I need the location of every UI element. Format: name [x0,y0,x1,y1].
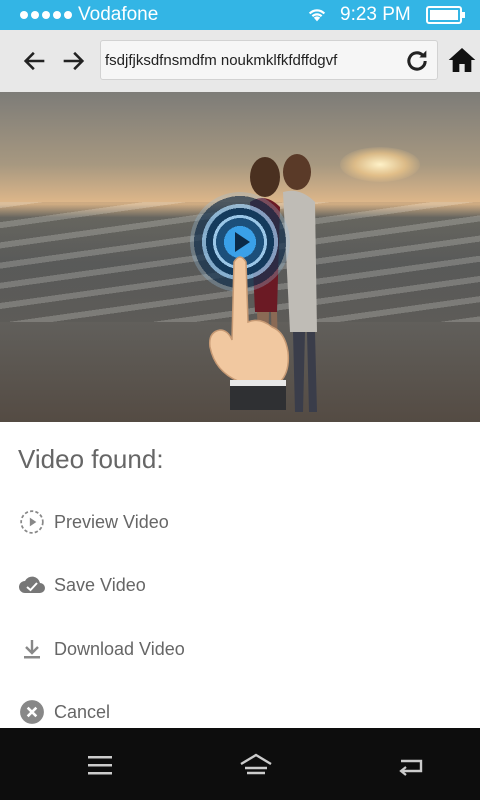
forward-button[interactable] [56,44,90,78]
back-button[interactable] [18,44,52,78]
preview-video-option[interactable]: Preview Video [0,497,480,547]
wifi-icon [308,9,326,22]
home-icon[interactable] [446,44,478,76]
video-found-sheet: Video found: Preview Video Save Video Do… [0,422,480,728]
back-icon [399,759,423,776]
home-outline-icon [240,753,272,775]
download-video-label: Download Video [54,638,185,659]
save-video-label: Save Video [54,574,146,595]
cloud-check-icon [18,571,46,599]
signal-strength-icon [20,11,72,19]
arrow-right-icon [63,51,85,71]
home-nav-button[interactable] [236,750,276,780]
battery-icon [426,6,465,24]
url-bar[interactable]: fsdjfjksdfnsmdfm noukmklfkfdffdgvf [100,40,438,80]
pointing-hand-icon [208,256,290,410]
carrier-name: Vodafone [78,4,159,25]
preview-video-label: Preview Video [54,511,169,532]
clock-time: 9:23 PM [340,4,411,25]
video-preview[interactable] [0,92,480,422]
menu-icon [88,756,112,775]
preview-icon [18,508,46,536]
url-text[interactable]: fsdjfjksdfnsmdfm noukmklfkfdffdgvf [105,52,395,69]
system-nav-bar [0,728,480,800]
back-nav-button[interactable] [392,750,432,780]
download-icon [18,635,46,663]
browser-toolbar: fsdjfjksdfnsmdfm noukmklfkfdffdgvf [0,30,480,92]
sunset-sun [340,147,420,182]
arrow-left-icon [23,51,45,71]
download-video-option[interactable]: Download Video [0,624,480,674]
sheet-title: Video found: [18,444,164,474]
cancel-icon [18,698,46,726]
save-video-option[interactable]: Save Video [0,560,480,610]
reload-icon[interactable] [403,47,431,75]
cancel-label: Cancel [54,701,111,722]
status-bar: Vodafone 9:23 PM [0,0,480,30]
menu-button[interactable] [80,750,120,780]
